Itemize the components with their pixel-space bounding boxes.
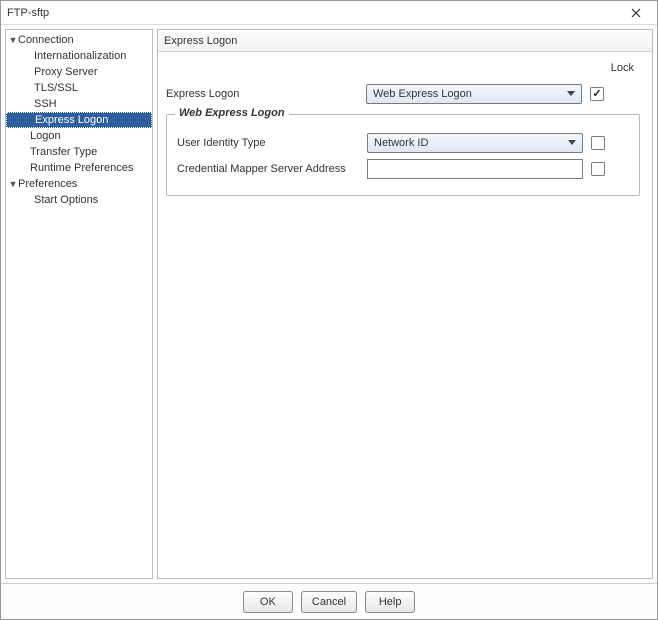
window-title: FTP-sftp [7,7,49,19]
row-user-identity-type: User Identity Type Network ID [177,133,629,153]
input-credential-mapper[interactable] [367,159,583,179]
tree-item-label: Express Logon [19,114,108,126]
label-express-logon: Express Logon [166,88,366,100]
tree-item-label: Proxy Server [18,66,98,78]
titlebar: FTP-sftp [1,1,657,25]
tree-item-label: Runtime Preferences [18,162,133,174]
chevron-down-icon[interactable]: ▼ [8,179,18,189]
tree-item-ssh[interactable]: SSH [6,96,152,112]
lock-checkbox-credential-mapper[interactable] [591,162,605,176]
tree-item-label: Preferences [18,178,77,190]
tree-item-proxy-server[interactable]: Proxy Server [6,64,152,80]
tree-item-label: Connection [18,34,74,46]
dialog-body: ▼ConnectionInternationalizationProxy Ser… [1,25,657,583]
tree-item-transfer-type[interactable]: Transfer Type [6,144,152,160]
tree-item-label: Start Options [18,194,98,206]
select-user-identity-type[interactable]: Network ID [367,133,583,153]
ok-button-label: OK [260,596,276,608]
tree-item-label: Transfer Type [18,146,97,158]
help-button-label: Help [379,596,402,608]
lock-checkbox-user-identity-type[interactable] [591,136,605,150]
tree-item-internationalization[interactable]: Internationalization [6,48,152,64]
select-express-logon[interactable]: Web Express Logon [366,84,582,104]
button-bar: OK Cancel Help [1,583,657,619]
cancel-button[interactable]: Cancel [301,591,357,613]
content-panel: Express Logon Lock Express Logon Web Exp… [157,29,653,579]
tree-item-express-logon[interactable]: Express Logon [6,112,152,128]
chevron-down-icon [565,136,579,150]
tree-item-start-options[interactable]: Start Options [6,192,152,208]
tree-item-runtime-preferences[interactable]: Runtime Preferences [6,160,152,176]
select-user-identity-type-value: Network ID [374,137,428,149]
tree-item-connection[interactable]: ▼Connection [6,32,152,48]
tree-item-tls-ssl[interactable]: TLS/SSL [6,80,152,96]
group-legend: Web Express Logon [175,107,289,119]
tree-item-preferences[interactable]: ▼Preferences [6,176,152,192]
label-credential-mapper: Credential Mapper Server Address [177,163,367,175]
close-icon [631,8,641,18]
row-express-logon: Express Logon Web Express Logon [166,84,640,104]
help-button[interactable]: Help [365,591,415,613]
lock-checkbox-express-logon[interactable] [590,87,604,101]
nav-tree: ▼ConnectionInternationalizationProxy Ser… [5,29,153,579]
panel-body: Lock Express Logon Web Express Logon Web… [158,52,652,578]
tree-item-label: TLS/SSL [18,82,78,94]
panel-header: Express Logon [158,30,652,52]
tree-item-logon[interactable]: Logon [6,128,152,144]
close-button[interactable] [621,3,651,23]
dialog-window: FTP-sftp ▼ConnectionInternationalization… [0,0,658,620]
cancel-button-label: Cancel [312,596,346,608]
tree-item-label: Logon [18,130,61,142]
tree-item-label: Internationalization [18,50,126,62]
ok-button[interactable]: OK [243,591,293,613]
chevron-down-icon[interactable]: ▼ [8,35,18,45]
select-express-logon-value: Web Express Logon [373,88,472,100]
row-credential-mapper: Credential Mapper Server Address [177,159,629,179]
lock-column-header: Lock [166,60,640,80]
chevron-down-icon [564,87,578,101]
label-user-identity-type: User Identity Type [177,137,367,149]
tree-item-label: SSH [18,98,57,110]
group-web-express-logon: Web Express Logon User Identity Type Net… [166,114,640,196]
